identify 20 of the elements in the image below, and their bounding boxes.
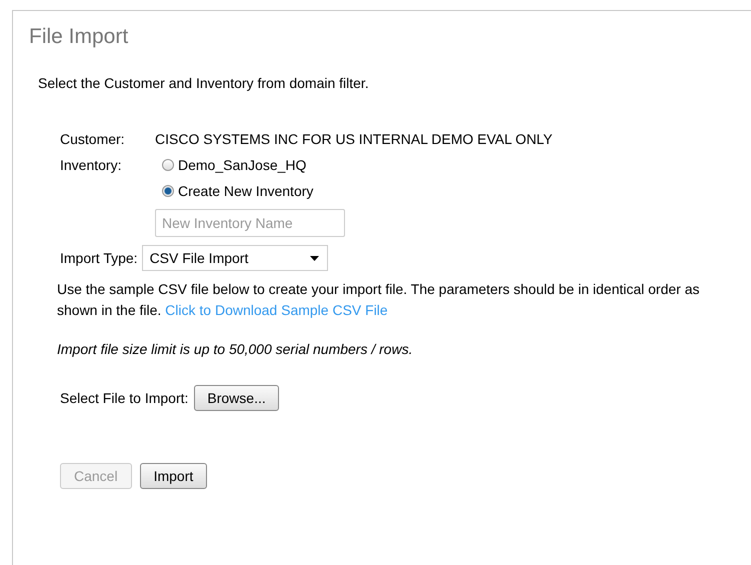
radio-label: Demo_SanJose_HQ: [178, 157, 306, 173]
radio-label: Create New Inventory: [178, 183, 314, 199]
intro-text: Select the Customer and Inventory from domain filter.: [38, 75, 370, 91]
inventory-name-field[interactable]: New Inventory Name: [155, 209, 345, 237]
window-title: File Import: [29, 25, 130, 49]
caret-icon: [310, 256, 319, 260]
radio-option[interactable]: Demo_SanJose_HQ: [162, 157, 345, 173]
customer-value: CISCO SYSTEMS INC FOR US INTERNAL DEMO EVAL ONLY: [155, 131, 553, 147]
action-button[interactable]: Import: [140, 463, 208, 489]
radio-button[interactable]: [162, 185, 174, 197]
file-label: Select File to Import:: [60, 390, 188, 406]
browse-button[interactable]: Browse...: [194, 385, 279, 411]
instructions-text: Use the sample CSV file below to create your import file. The parameters should be in identical order as shown in the file. Click to Download Sample CSV File: [57, 280, 701, 320]
import-type-dropdown[interactable]: CSV File Import: [142, 245, 328, 271]
radio-option[interactable]: Create New Inventory: [162, 183, 345, 199]
limit-note: Import file size limit is up to 50,000 serial numbers / rows.: [57, 341, 414, 357]
import-type-label: Import Type:: [60, 250, 138, 266]
customer-label: Customer:: [60, 131, 126, 147]
inventory-label: Inventory:: [60, 157, 122, 173]
radio-button[interactable]: [162, 159, 174, 171]
